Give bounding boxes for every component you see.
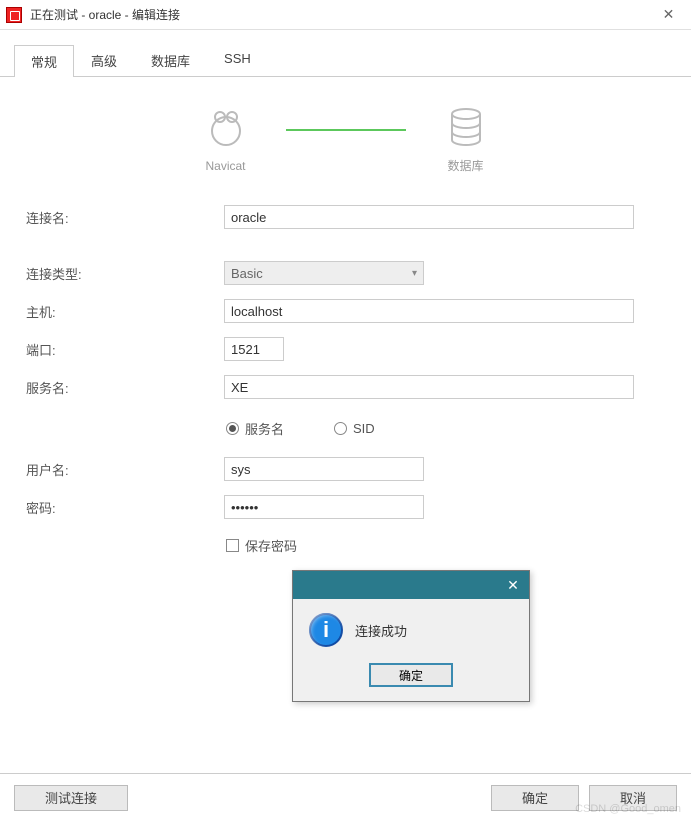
info-icon: i bbox=[309, 613, 343, 647]
window-title: 正在测试 - oracle - 编辑连接 bbox=[30, 6, 646, 23]
app-icon bbox=[6, 7, 22, 23]
service-name-label: 服务名: bbox=[24, 378, 224, 397]
checkbox-icon bbox=[226, 539, 239, 552]
connection-diagram: Navicat 数据库 bbox=[24, 107, 667, 174]
conn-type-value: Basic bbox=[231, 266, 263, 281]
conn-type-label: 连接类型: bbox=[24, 264, 224, 283]
tab-general[interactable]: 常规 bbox=[14, 45, 74, 77]
result-dialog: ✕ i 连接成功 确定 bbox=[292, 570, 530, 702]
radio-service-name-label: 服务名 bbox=[245, 419, 284, 438]
username-label: 用户名: bbox=[24, 460, 224, 479]
tab-ssh[interactable]: SSH bbox=[207, 44, 268, 76]
content-area: Navicat 数据库 连接名: 连接类型: Basic ▾ 主机: bbox=[0, 77, 691, 590]
close-icon[interactable]: ✕ bbox=[646, 0, 691, 30]
dialog-message: 连接成功 bbox=[355, 621, 407, 640]
conn-name-input[interactable] bbox=[224, 205, 634, 229]
diagram-left-label: Navicat bbox=[205, 159, 245, 173]
save-password-checkbox[interactable]: 保存密码 bbox=[224, 536, 634, 555]
conn-type-select[interactable]: Basic ▾ bbox=[224, 261, 424, 285]
host-label: 主机: bbox=[24, 302, 224, 321]
port-input[interactable] bbox=[224, 337, 284, 361]
port-label: 端口: bbox=[24, 340, 224, 359]
radio-icon bbox=[226, 422, 239, 435]
service-name-input[interactable] bbox=[224, 375, 634, 399]
tab-database[interactable]: 数据库 bbox=[134, 44, 207, 76]
radio-icon bbox=[334, 422, 347, 435]
password-input[interactable] bbox=[224, 495, 424, 519]
dialog-titlebar: ✕ bbox=[293, 571, 529, 599]
save-password-label: 保存密码 bbox=[245, 536, 297, 555]
ok-button[interactable]: 确定 bbox=[491, 785, 579, 811]
radio-sid-label: SID bbox=[353, 421, 375, 436]
titlebar: 正在测试 - oracle - 编辑连接 ✕ bbox=[0, 0, 691, 30]
connector-line bbox=[286, 129, 406, 131]
dialog-ok-button[interactable]: 确定 bbox=[369, 663, 453, 687]
test-connection-button[interactable]: 测试连接 bbox=[14, 785, 128, 811]
tab-advanced[interactable]: 高级 bbox=[74, 44, 134, 76]
chevron-down-icon: ▾ bbox=[412, 268, 417, 279]
dialog-close-icon[interactable]: ✕ bbox=[497, 571, 529, 599]
host-input[interactable] bbox=[224, 299, 634, 323]
username-input[interactable] bbox=[224, 457, 424, 481]
watermark: CSDN @Good_omen bbox=[575, 803, 681, 815]
diagram-right-label: 数据库 bbox=[447, 157, 483, 174]
navicat-icon bbox=[206, 109, 246, 149]
tab-bar: 常规 高级 数据库 SSH bbox=[0, 30, 691, 77]
radio-sid[interactable]: SID bbox=[334, 419, 375, 438]
radio-service-name[interactable]: 服务名 bbox=[226, 419, 284, 438]
database-icon bbox=[448, 107, 484, 147]
conn-name-label: 连接名: bbox=[24, 208, 224, 227]
password-label: 密码: bbox=[24, 498, 224, 517]
